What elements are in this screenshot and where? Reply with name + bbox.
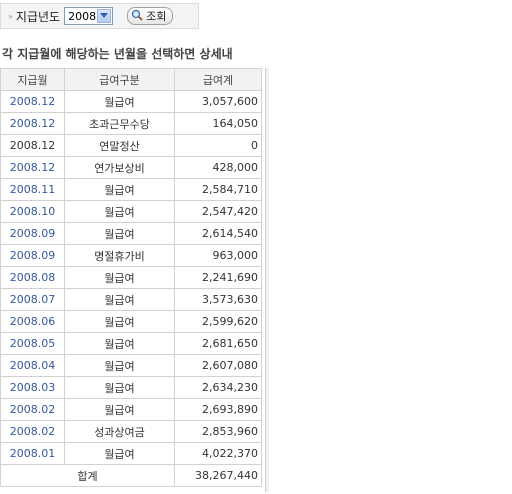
pay-type-cell: 월급여 bbox=[64, 222, 175, 245]
table-row: 2008.12 월급여 3,057,600 bbox=[0, 90, 262, 113]
table-row: 2008.12 연말정산 0 bbox=[0, 134, 262, 157]
total-amount: 38,267,440 bbox=[174, 464, 262, 487]
pay-type-cell: 월급여 bbox=[64, 178, 175, 201]
pay-month-link[interactable]: 2008.08 bbox=[0, 266, 65, 289]
total-row: 합계 38,267,440 bbox=[0, 464, 262, 487]
header-pay-type: 급여구분 bbox=[64, 68, 175, 91]
pay-month-link[interactable]: 2008.11 bbox=[0, 178, 65, 201]
pay-month-link[interactable]: 2008.04 bbox=[0, 354, 65, 377]
magnifier-icon bbox=[131, 9, 143, 24]
pay-amount-cell: 2,634,230 bbox=[174, 376, 262, 399]
pay-month-link[interactable]: 2008.01 bbox=[0, 442, 65, 465]
pay-amount-cell: 3,057,600 bbox=[174, 90, 262, 113]
pay-type-cell: 월급여 bbox=[64, 288, 175, 311]
pay-amount-cell: 164,050 bbox=[174, 112, 262, 135]
pay-type-cell: 명절휴가비 bbox=[64, 244, 175, 267]
pay-amount-cell: 2,547,420 bbox=[174, 200, 262, 223]
table-row: 2008.02 성과상여금 2,853,960 bbox=[0, 420, 262, 443]
pay-amount-cell: 4,022,370 bbox=[174, 442, 262, 465]
pay-month-link[interactable]: 2008.12 bbox=[0, 156, 65, 179]
pay-type-cell: 월급여 bbox=[64, 200, 175, 223]
table-row: 2008.07 월급여 3,573,630 bbox=[0, 288, 262, 311]
search-button-label: 조회 bbox=[146, 10, 167, 23]
header-month: 지급월 bbox=[0, 68, 65, 91]
pay-type-cell: 월급여 bbox=[64, 310, 175, 333]
pay-type-cell: 월급여 bbox=[64, 442, 175, 465]
table-row: 2008.10 월급여 2,547,420 bbox=[0, 200, 262, 223]
table-row: 2008.05 월급여 2,681,650 bbox=[0, 332, 262, 355]
table-row: 2008.08 월급여 2,241,690 bbox=[0, 266, 262, 289]
pay-month-link: 2008.12 bbox=[0, 134, 65, 157]
pay-month-link[interactable]: 2008.10 bbox=[0, 200, 65, 223]
table-row: 2008.09 월급여 2,614,540 bbox=[0, 222, 262, 245]
pay-type-cell: 초과근무수당 bbox=[64, 112, 175, 135]
salary-table: 지급월 급여구분 급여계 2008.12 월급여 3,057,600 2008.12 초… bbox=[0, 68, 262, 487]
pay-month-link[interactable]: 2008.06 bbox=[0, 310, 65, 333]
scrollbar-edge[interactable] bbox=[265, 68, 269, 492]
pay-type-cell: 월급여 bbox=[64, 398, 175, 421]
pay-amount-cell: 0 bbox=[174, 134, 262, 157]
pay-amount-cell: 2,241,690 bbox=[174, 266, 262, 289]
pay-month-link[interactable]: 2008.12 bbox=[0, 112, 65, 135]
pay-type-cell: 월급여 bbox=[64, 332, 175, 355]
table-row: 2008.03 월급여 2,634,230 bbox=[0, 376, 262, 399]
pay-month-link[interactable]: 2008.03 bbox=[0, 376, 65, 399]
year-filter-bar: » 지급년도 2008 조회 bbox=[0, 3, 199, 29]
pay-type-cell: 연가보상비 bbox=[64, 156, 175, 179]
pay-amount-cell: 2,599,620 bbox=[174, 310, 262, 333]
pay-amount-cell: 963,000 bbox=[174, 244, 262, 267]
pay-amount-cell: 2,853,960 bbox=[174, 420, 262, 443]
table-row: 2008.01 월급여 4,022,370 bbox=[0, 442, 262, 465]
table-row: 2008.09 명절휴가비 963,000 bbox=[0, 244, 262, 267]
pay-month-link[interactable]: 2008.05 bbox=[0, 332, 65, 355]
total-label: 합계 bbox=[0, 464, 175, 487]
instruction-text: 각 지급월에 해당하는 년월을 선택하면 상세내 bbox=[2, 47, 233, 61]
dropdown-arrow-icon[interactable] bbox=[97, 9, 112, 23]
pay-type-cell: 월급여 bbox=[64, 376, 175, 399]
pay-amount-cell: 3,573,630 bbox=[174, 288, 262, 311]
year-filter-label: 지급년도 bbox=[15, 9, 61, 24]
chevron-icon: » bbox=[8, 11, 13, 21]
pay-amount-cell: 2,607,080 bbox=[174, 354, 262, 377]
pay-type-cell: 월급여 bbox=[64, 354, 175, 377]
table-row: 2008.04 월급여 2,607,080 bbox=[0, 354, 262, 377]
table-row: 2008.12 연가보상비 428,000 bbox=[0, 156, 262, 179]
pay-month-link[interactable]: 2008.09 bbox=[0, 244, 65, 267]
pay-month-link[interactable]: 2008.09 bbox=[0, 222, 65, 245]
table-header-row: 지급월 급여구분 급여계 bbox=[0, 68, 262, 91]
pay-amount-cell: 2,614,540 bbox=[174, 222, 262, 245]
search-button[interactable]: 조회 bbox=[127, 7, 174, 25]
table-row: 2008.11 월급여 2,584,710 bbox=[0, 178, 262, 201]
pay-type-cell: 성과상여금 bbox=[64, 420, 175, 443]
year-select-value: 2008 bbox=[68, 9, 97, 23]
pay-type-cell: 월급여 bbox=[64, 266, 175, 289]
table-row: 2008.06 월급여 2,599,620 bbox=[0, 310, 262, 333]
pay-amount-cell: 2,584,710 bbox=[174, 178, 262, 201]
pay-amount-cell: 2,681,650 bbox=[174, 332, 262, 355]
pay-amount-cell: 428,000 bbox=[174, 156, 262, 179]
pay-type-cell: 연말정산 bbox=[64, 134, 175, 157]
pay-type-cell: 월급여 bbox=[64, 90, 175, 113]
table-row: 2008.12 초과근무수당 164,050 bbox=[0, 112, 262, 135]
pay-month-link[interactable]: 2008.02 bbox=[0, 398, 65, 421]
table-row: 2008.02 월급여 2,693,890 bbox=[0, 398, 262, 421]
header-total-pay: 급여계 bbox=[174, 68, 262, 91]
pay-month-link[interactable]: 2008.12 bbox=[0, 90, 65, 113]
year-select[interactable]: 2008 bbox=[64, 7, 114, 25]
pay-month-link[interactable]: 2008.07 bbox=[0, 288, 65, 311]
pay-amount-cell: 2,693,890 bbox=[174, 398, 262, 421]
pay-month-link[interactable]: 2008.02 bbox=[0, 420, 65, 443]
